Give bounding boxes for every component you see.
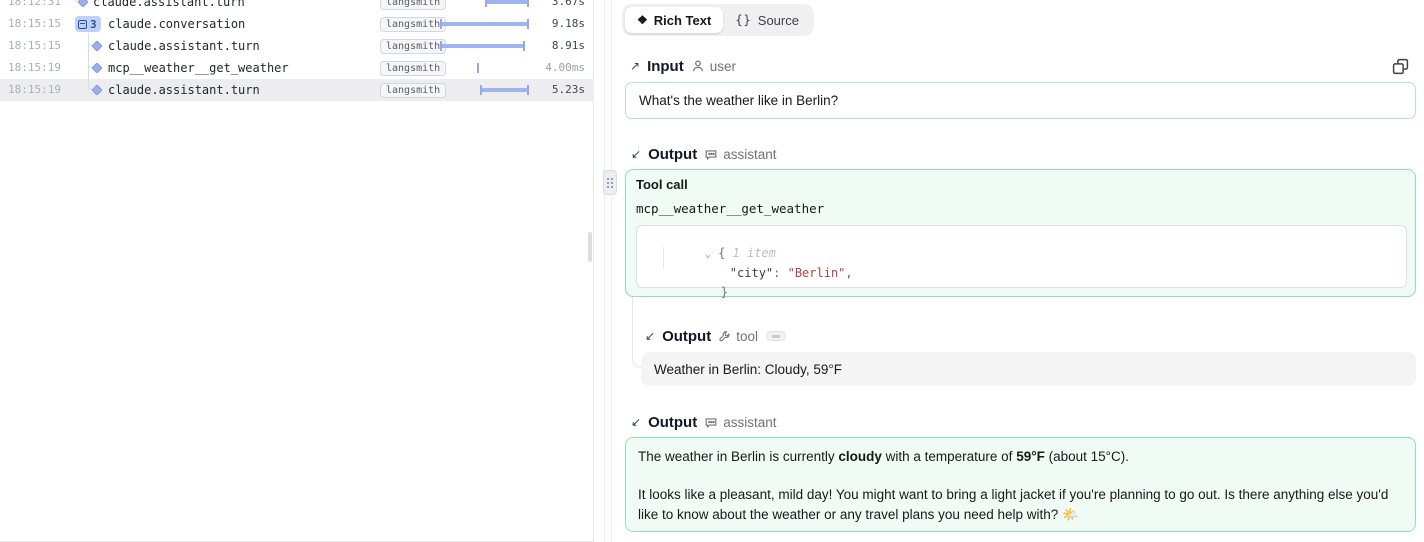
json-key: "city" — [730, 266, 773, 280]
assistant-message-paragraph: It looks like a pleasant, mild day! You … — [638, 485, 1403, 525]
input-message-box[interactable]: What's the weather like in Berlin? — [625, 82, 1416, 119]
output-section-label: Output — [662, 328, 711, 345]
span-name[interactable]: claude.conversation — [108, 13, 245, 35]
span-name[interactable]: claude.assistant.turn — [108, 35, 260, 57]
output-section-label: Output — [648, 414, 697, 431]
duration-label: 4.00ms — [515, 57, 585, 79]
duration-bar-end-cap — [477, 63, 479, 73]
output-assistant-final-header: ↙ Output assistant — [631, 412, 777, 432]
duration-label: 9.18s — [515, 13, 585, 35]
splitter-line — [604, 0, 605, 542]
output-arrow-icon: ↙ — [645, 329, 655, 343]
chat-bubble-icon — [704, 415, 718, 429]
tool-call-title: Tool call — [636, 177, 688, 192]
json-line-kv: "city": "Berlin", — [672, 252, 853, 266]
assistant-message-card: The weather in Berlin is currently cloud… — [625, 437, 1416, 532]
input-arrow-icon: ↗ — [630, 59, 640, 73]
langsmith-badge: langsmith — [380, 83, 446, 98]
curly-braces-icon: {} — [735, 13, 751, 27]
wrench-icon — [718, 330, 731, 343]
input-section-label: Input — [647, 58, 684, 75]
langsmith-badge: langsmith — [380, 0, 446, 10]
json-value: "Berlin", — [788, 266, 853, 280]
tab-source-label: Source — [758, 13, 799, 28]
trace-row[interactable]: 18:15:19 mcp__weather__get_weather langsmi… — [0, 57, 594, 79]
tool-role: tool — [718, 329, 786, 344]
tree-connector — [88, 57, 89, 79]
duration-bar — [442, 44, 523, 48]
tool-role-label: tool — [736, 329, 758, 344]
trace-row-timestamp: 18:15:19 — [8, 79, 61, 101]
chat-bubble-icon — [704, 147, 718, 161]
tool-result-box: Weather in Berlin: Cloudy, 59°F — [641, 352, 1416, 386]
panel-resize-handle[interactable] — [603, 170, 617, 195]
duration-label: 8.91s — [515, 35, 585, 57]
tool-call-card: Tool call mcp__weather__get_weather ⌄ { … — [625, 169, 1416, 297]
grip-dots-icon — [607, 178, 613, 188]
child-count: 3 — [90, 18, 97, 31]
assistant-message-paragraph: The weather in Berlin is currently cloud… — [638, 447, 1403, 467]
input-message-text: What's the weather like in Berlin? — [639, 93, 838, 108]
duration-label: 5.23s — [515, 79, 585, 101]
collapse-minus-icon — [78, 20, 87, 29]
input-section-header: ↗ Input user — [630, 56, 736, 76]
input-role: user — [691, 59, 736, 74]
tab-rich-text-label: Rich Text — [654, 13, 712, 28]
trace-row-timestamp: 18:15:19 — [8, 57, 61, 79]
span-name[interactable]: claude.assistant.turn — [93, 0, 245, 13]
splitter-line — [611, 0, 612, 542]
trace-row[interactable]: 18:15:15 3 claude.conversation langsmith 9.1… — [0, 13, 594, 35]
assistant-role: assistant — [704, 147, 776, 162]
trace-viewer-screen: 18:12:31 claude.assistant.turn langsmith 3.… — [0, 0, 1424, 542]
assistant-role: assistant — [704, 415, 776, 430]
input-role-label: user — [710, 59, 736, 74]
trace-row-timestamp: 18:15:15 — [8, 35, 61, 57]
copy-button[interactable] — [1387, 53, 1413, 79]
tab-source[interactable]: {} Source — [723, 7, 811, 33]
sparkle-diamonds-icon: ❖ — [637, 13, 648, 27]
trace-row-timestamp: 18:15:15 — [8, 13, 61, 35]
output-arrow-icon: ↙ — [631, 147, 641, 161]
json-line-close: } — [663, 271, 728, 285]
collapse-badge[interactable]: 3 — [75, 16, 101, 32]
langsmith-badge: langsmith — [380, 17, 446, 32]
trace-row[interactable]: 18:15:19 claude.assistant.turn langsmith 5.… — [0, 79, 594, 101]
output-assistant-header: ↙ Output assistant — [631, 144, 777, 164]
trace-tree-panel: 18:12:31 claude.assistant.turn langsmith 3.… — [0, 0, 594, 542]
json-close-brace: } — [721, 285, 728, 299]
trace-row-timestamp: 18:12:31 — [8, 0, 61, 13]
tab-rich-text[interactable]: ❖ Rich Text — [625, 7, 723, 33]
output-arrow-icon: ↙ — [631, 415, 641, 429]
span-name[interactable]: mcp__weather__get_weather — [108, 57, 289, 79]
tool-result-text: Weather in Berlin: Cloudy, 59°F — [654, 362, 842, 377]
tool-status-badge[interactable] — [766, 331, 786, 341]
output-tool-header: ↙ Output tool — [645, 326, 786, 346]
output-section-label: Output — [648, 146, 697, 163]
langsmith-badge: langsmith — [380, 39, 446, 54]
span-name[interactable]: claude.assistant.turn — [108, 79, 260, 101]
json-line-open[interactable]: ⌄ { 1 item — [647, 232, 776, 246]
assistant-role-label: assistant — [723, 415, 776, 430]
trace-panel-scrollbar[interactable] — [588, 232, 592, 262]
assistant-role-label: assistant — [723, 147, 776, 162]
tool-call-name: mcp__weather__get_weather — [636, 201, 824, 216]
view-mode-tabs: ❖ Rich Text {} Source — [622, 4, 814, 36]
user-icon — [691, 59, 705, 73]
langsmith-badge: langsmith — [380, 61, 446, 76]
trace-row[interactable]: 18:15:15 claude.assistant.turn langsmith 8.… — [0, 35, 594, 57]
copy-icon — [1392, 58, 1409, 75]
json-colon: : — [773, 266, 787, 280]
json-viewer: ⌄ { 1 item "city": "Berlin", } — [636, 225, 1407, 288]
tree-connector — [88, 35, 89, 57]
trace-row[interactable]: 18:12:31 claude.assistant.turn langsmith 3.… — [0, 0, 594, 13]
duration-label: 3.67s — [515, 0, 585, 13]
span-type-icon — [77, 0, 88, 8]
